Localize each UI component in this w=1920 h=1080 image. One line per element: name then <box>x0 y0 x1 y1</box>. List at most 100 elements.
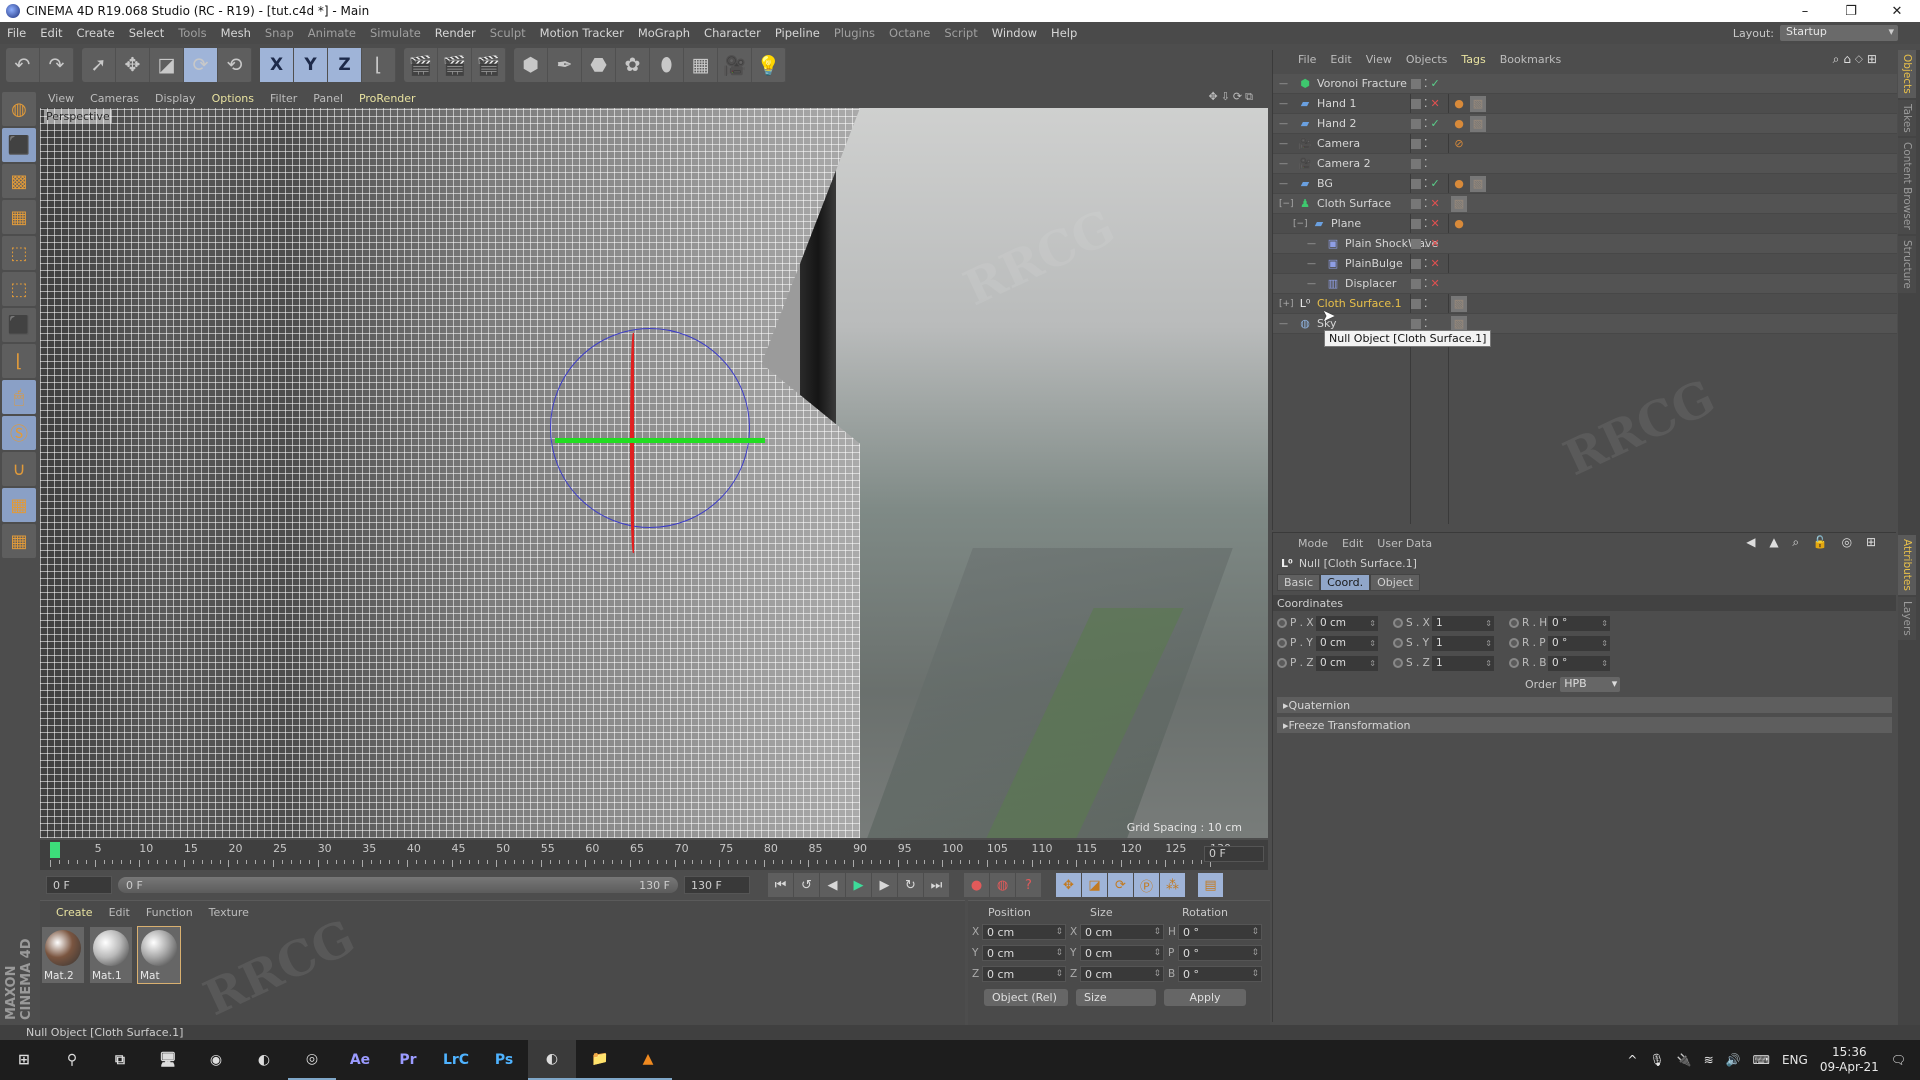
subdivision-icon[interactable]: ⬣ <box>582 48 616 82</box>
position-x-field[interactable]: 0 cm <box>982 924 1066 940</box>
coordinate-system-icon[interactable]: ⌊ <box>362 48 396 82</box>
workplane-mode-icon[interactable]: ▦ <box>2 200 36 234</box>
snap-icon[interactable]: ∪ <box>2 452 36 486</box>
rotation-h-field[interactable]: 0 ° <box>1178 924 1262 940</box>
autokey-icon[interactable]: ◍ <box>990 873 1016 897</box>
attribute-menu-edit[interactable]: Edit <box>1335 537 1370 550</box>
menu-pipeline[interactable]: Pipeline <box>768 26 827 40</box>
keyboard-icon[interactable]: ⌨ <box>1753 1053 1770 1067</box>
x-axis-icon[interactable]: X <box>260 48 294 82</box>
visibility-dots-icon[interactable]: ⁚ <box>1424 237 1428 250</box>
layer-icon[interactable] <box>1411 218 1421 229</box>
coordinate-mode-dropdown[interactable]: Object (Rel) <box>984 988 1068 1006</box>
tweak-mode-icon[interactable]: 🖱 <box>2 380 36 414</box>
expand-toggle-icon[interactable]: [+] <box>1279 299 1294 309</box>
object-row-cloth-surface[interactable]: [−] ♟ Cloth Surface ⁚ ✕ ▧ <box>1273 194 1897 214</box>
expand-toggle-icon[interactable]: [−] <box>1293 219 1308 229</box>
polygons-mode-icon[interactable]: ⬛ <box>2 308 36 342</box>
material-tag-icon[interactable]: ▧ <box>1451 195 1467 212</box>
layer-icon[interactable] <box>1411 78 1421 89</box>
viewport-menu-cameras[interactable]: Cameras <box>82 92 147 105</box>
solo-icon[interactable]: Ⓢ <box>2 416 36 450</box>
end-frame-field[interactable]: 130 F <box>684 876 750 894</box>
keyframe-radio-button[interactable] <box>1509 638 1519 648</box>
volume-icon[interactable]: 🔊 <box>1726 1053 1741 1067</box>
material-menu-create[interactable]: Create <box>48 906 101 919</box>
phong-tag-icon[interactable]: ● <box>1451 116 1467 132</box>
lightroom-app[interactable]: LrC <box>432 1040 480 1080</box>
menu-plugins[interactable]: Plugins <box>827 26 882 40</box>
axis-mode-icon[interactable]: ⌊ <box>2 344 36 378</box>
notifications-icon[interactable]: 🗨 <box>1891 1053 1906 1067</box>
z-axis-icon[interactable]: Z <box>328 48 362 82</box>
keyframe-radio-button[interactable] <box>1509 658 1519 668</box>
side-tab-objects[interactable]: Objects <box>1898 50 1916 98</box>
power-icon[interactable]: 🔌 <box>1677 1053 1692 1067</box>
object-row-hand-2[interactable]: — ▰ Hand 2 ⁚ ✓ ● ▧ <box>1273 114 1897 134</box>
enabled-check-icon[interactable]: ✓ <box>1431 117 1441 130</box>
menu-create[interactable]: Create <box>70 26 122 40</box>
viewport-menu-panel[interactable]: Panel <box>305 92 351 105</box>
viewport-menu-prorender[interactable]: ProRender <box>351 92 424 105</box>
menu-sculpt[interactable]: Sculpt <box>483 26 533 40</box>
object-row-plane[interactable]: [−] ▰ Plane ⁚ ✕ ● <box>1273 214 1897 234</box>
object-row-camera-2[interactable]: — 🎥 Camera 2 ⁚ <box>1273 154 1897 174</box>
fold-quaternion[interactable]: ▸ Quaternion <box>1277 697 1892 713</box>
position-z-field[interactable]: 0 cm <box>982 966 1066 982</box>
cinema4d-app[interactable]: ◐ <box>240 1040 288 1080</box>
visibility-dots-icon[interactable]: ⁚ <box>1424 297 1428 310</box>
object-menu-bookmarks[interactable]: Bookmarks <box>1493 53 1568 66</box>
layer-icon[interactable] <box>1411 118 1421 129</box>
search-button[interactable]: ⚲ <box>48 1040 96 1080</box>
goto-start-icon[interactable]: ⏮ <box>768 873 794 897</box>
key-scale-icon[interactable]: ◪ <box>1082 873 1108 897</box>
expand-toggle-icon[interactable]: — <box>1279 79 1293 89</box>
menu-edit[interactable]: Edit <box>33 26 69 40</box>
object-name-cell[interactable]: — ▰ BG <box>1279 177 1419 190</box>
layer-icon[interactable] <box>1411 258 1421 269</box>
menu-octane[interactable]: Octane <box>882 26 937 40</box>
prev-frame-icon[interactable]: ◀ <box>820 873 846 897</box>
key-pla-icon[interactable]: ⁂ <box>1160 873 1186 897</box>
viewport-menu-filter[interactable]: Filter <box>262 92 305 105</box>
start-frame-field[interactable]: 0 F <box>46 876 112 894</box>
object-menu-objects[interactable]: Objects <box>1399 53 1455 66</box>
viewport-menu-display[interactable]: Display <box>147 92 204 105</box>
enabled-check-icon[interactable]: ✓ <box>1431 177 1441 190</box>
menu-tools[interactable]: Tools <box>171 26 213 40</box>
object-name-cell[interactable]: — ⬢ Voronoi Fracture <box>1279 77 1419 90</box>
menu-window[interactable]: Window <box>985 26 1044 40</box>
object-manager-tools[interactable]: ⌕⌂⬦⊞ <box>1826 52 1888 67</box>
object-menu-view[interactable]: View <box>1359 53 1399 66</box>
material-swatch[interactable]: Mat.1 <box>90 927 132 983</box>
attribute-manager-tools[interactable]: ◀ ▲ ⌕ 🔓 ◎ ⊞ <box>1739 535 1888 550</box>
light-icon[interactable]: 💡 <box>752 48 786 82</box>
key-position-icon[interactable]: ✥ <box>1056 873 1082 897</box>
gizmo-green-axis[interactable] <box>555 438 765 443</box>
size-mode-dropdown[interactable]: Size <box>1076 988 1156 1006</box>
timeline-ruler[interactable]: 0510152025303540455055606570758085909510… <box>40 840 1268 870</box>
object-name-cell[interactable]: — 🎥 Camera <box>1279 137 1419 150</box>
object-row-voronoi-fracture[interactable]: — ⬢ Voronoi Fracture ⁚ ✓ <box>1273 74 1897 94</box>
start-button[interactable]: ⊞ <box>0 1040 48 1080</box>
keyframe-radio-button[interactable] <box>1509 618 1519 628</box>
chrome-app[interactable]: ◎ <box>288 1040 336 1080</box>
vlc-app[interactable]: ▲ <box>624 1040 672 1080</box>
current-frame-field[interactable]: 0 F <box>1204 846 1264 862</box>
next-frame-icon[interactable]: ▶ <box>872 873 898 897</box>
size-z-field[interactable]: 0 cm <box>1080 966 1164 982</box>
expand-toggle-icon[interactable]: — <box>1307 239 1321 249</box>
visibility-dots-icon[interactable]: ⁚ <box>1424 97 1428 110</box>
make-editable-icon[interactable]: ◍ <box>2 92 36 126</box>
visibility-dots-icon[interactable]: ⁚ <box>1424 117 1428 130</box>
visibility-dots-icon[interactable]: ⁚ <box>1424 177 1428 190</box>
fold-freeze-transformation[interactable]: ▸ Freeze Transformation <box>1277 717 1892 733</box>
edges-mode-icon[interactable]: ⬚ <box>2 272 36 306</box>
render-picture-viewer-icon[interactable]: 🎬 <box>438 48 472 82</box>
menu-character[interactable]: Character <box>697 26 768 40</box>
disabled-x-icon[interactable]: ✕ <box>1431 217 1441 230</box>
rotation-gizmo-ring[interactable] <box>550 328 750 528</box>
protection-tag-icon[interactable]: ⊘ <box>1451 136 1467 152</box>
goto-end-icon[interactable]: ⏭ <box>924 873 950 897</box>
r-b-field[interactable]: 0 ° <box>1548 655 1610 671</box>
